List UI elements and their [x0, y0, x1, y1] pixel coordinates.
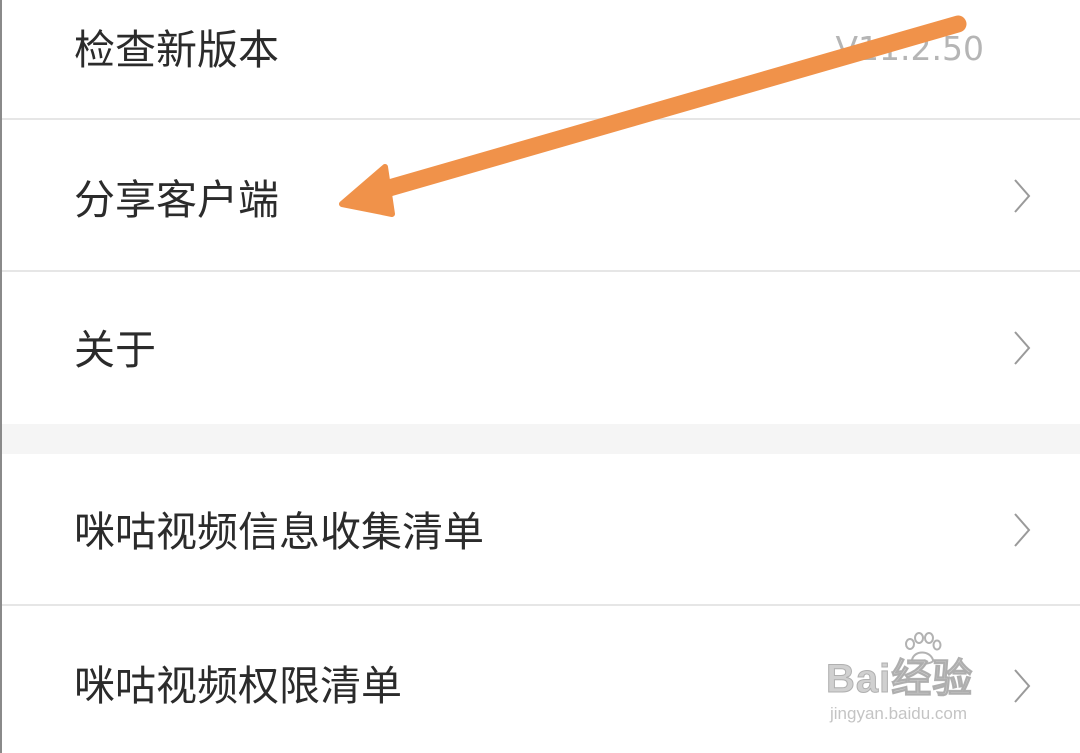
section-gap — [0, 424, 1080, 454]
settings-item-about[interactable]: 关于 — [0, 272, 1080, 424]
settings-item-share-client[interactable]: 分享客户端 — [0, 120, 1080, 270]
chevron-right-icon — [1014, 669, 1031, 703]
settings-item-label: 分享客户端 — [74, 176, 279, 224]
settings-item-label: 咪咕视频权限清单 — [74, 662, 402, 710]
settings-item-label: 关于 — [74, 326, 156, 374]
chevron-right-icon — [1014, 513, 1031, 547]
left-edge-border — [0, 0, 2, 753]
version-value: V11.2.50 — [835, 29, 984, 68]
settings-item-permission-list[interactable]: 咪咕视频权限清单 — [0, 606, 1080, 753]
settings-item-check-version[interactable]: 检查新版本 V11.2.50 — [0, 0, 1080, 118]
chevron-right-icon — [1014, 331, 1031, 365]
chevron-right-icon — [1014, 179, 1031, 213]
settings-item-label: 检查新版本 — [74, 26, 279, 74]
settings-item-info-collection-list[interactable]: 咪咕视频信息收集清单 — [0, 454, 1080, 604]
settings-item-label: 咪咕视频信息收集清单 — [74, 508, 484, 556]
